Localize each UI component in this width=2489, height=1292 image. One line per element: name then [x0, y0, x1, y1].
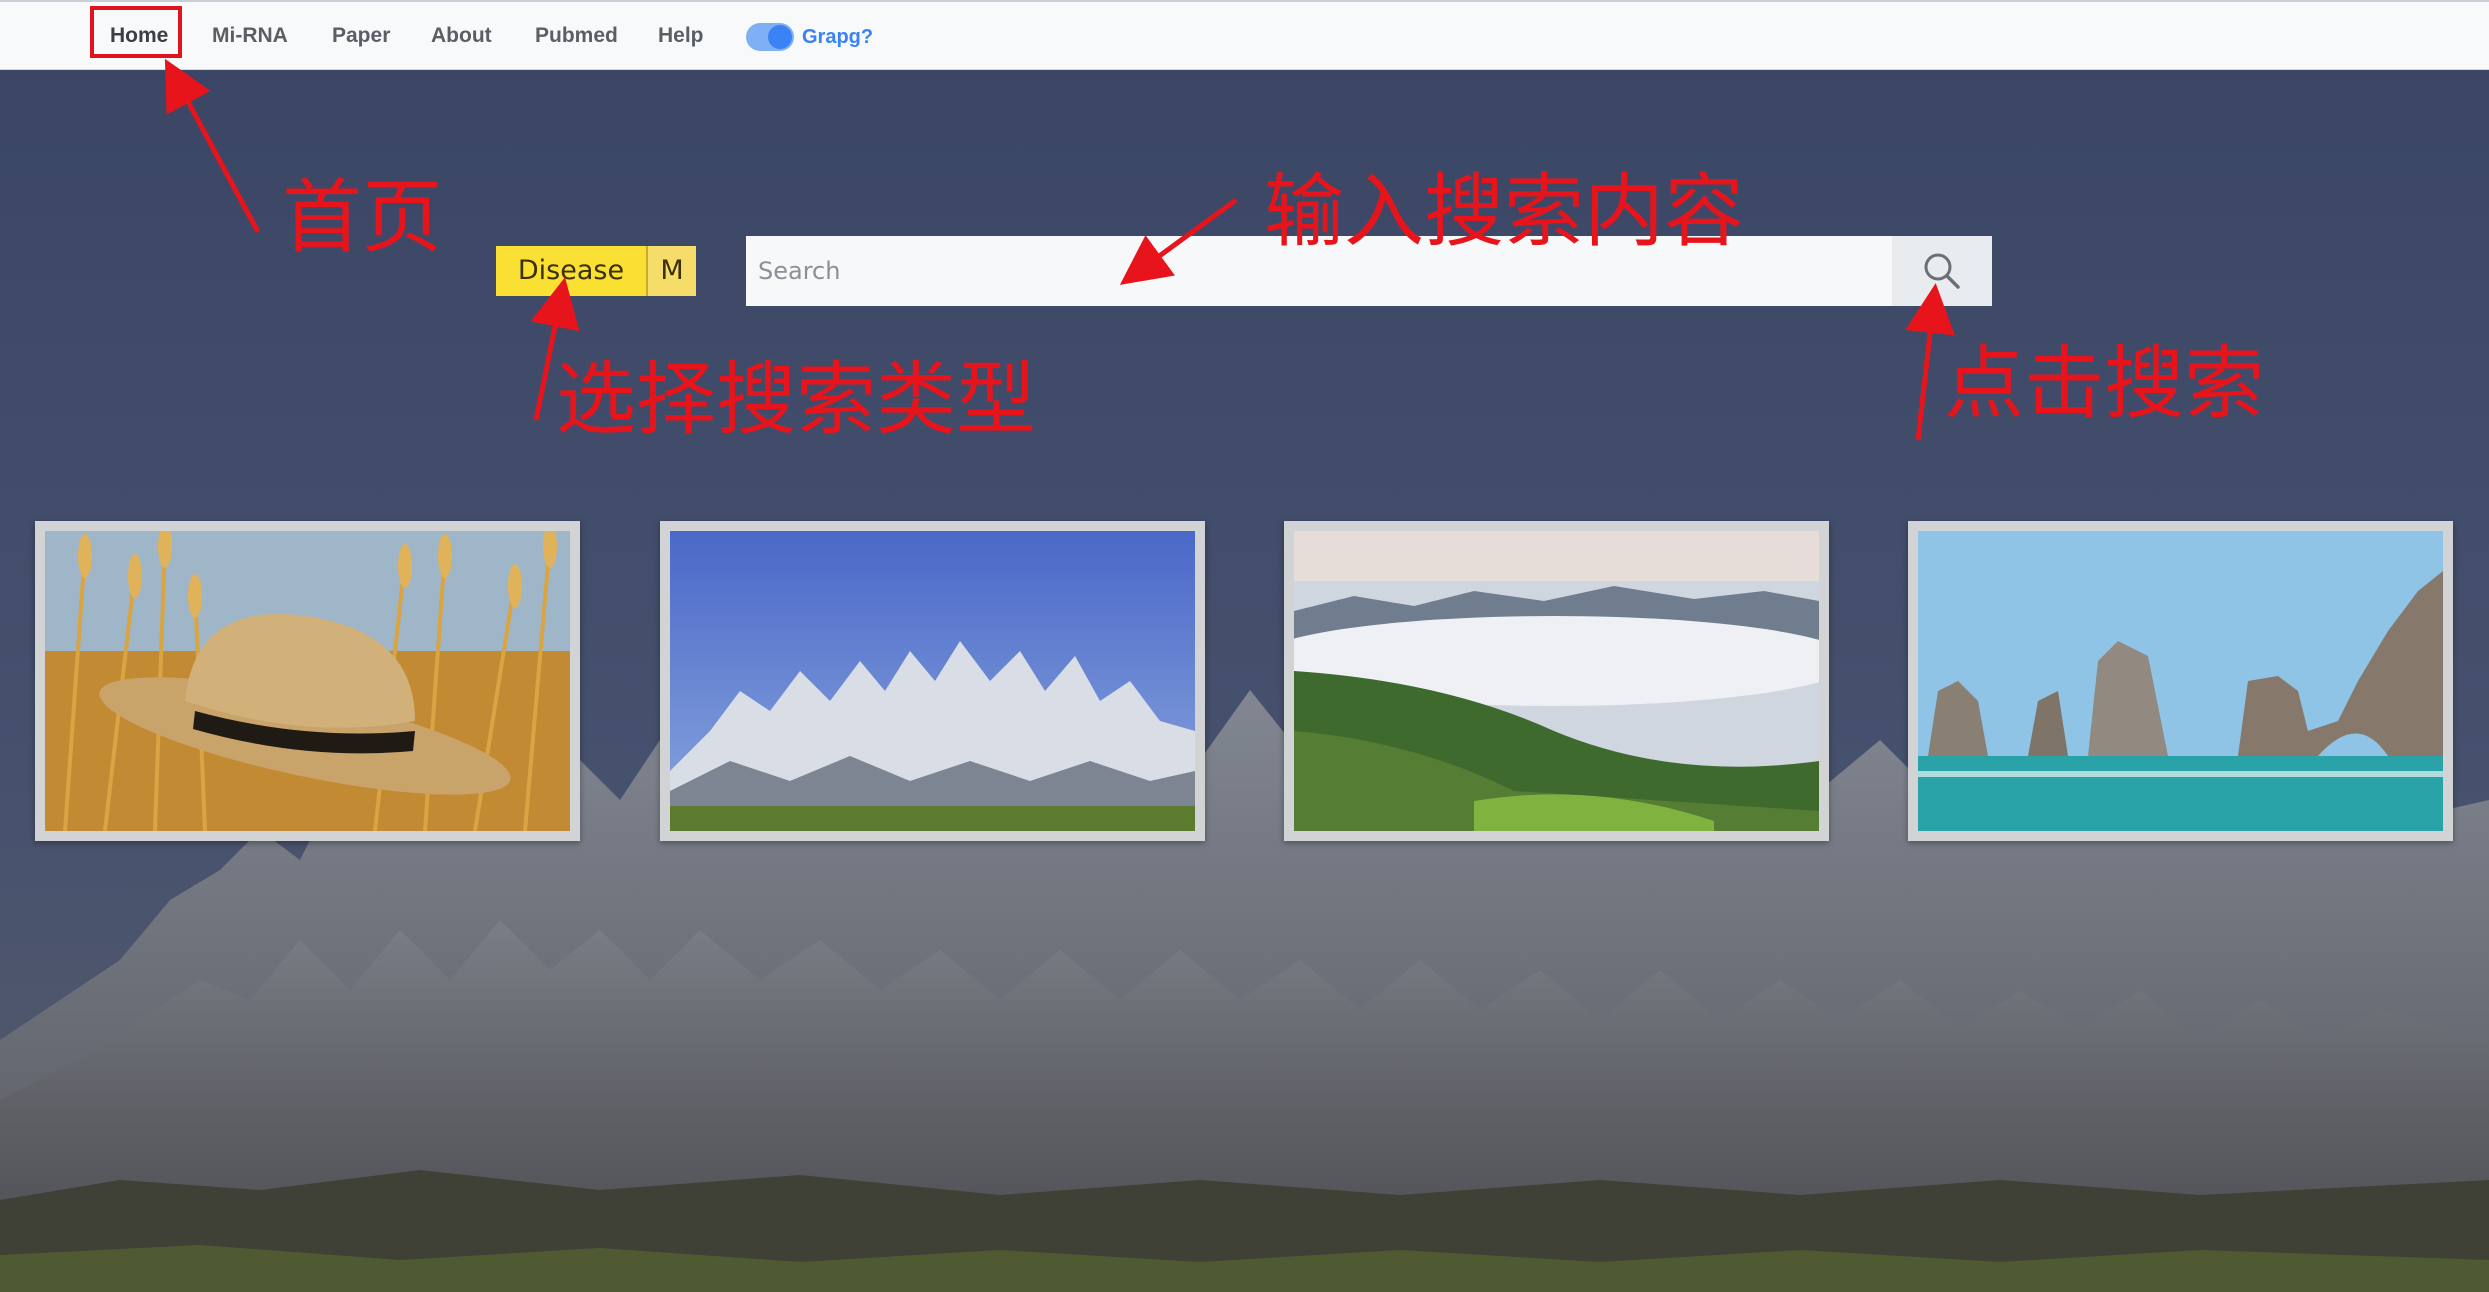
graph-toggle-label[interactable]: Grapg? — [802, 26, 873, 49]
gallery-card-hat[interactable] — [35, 521, 580, 841]
nav-pubmed[interactable]: Pubmed — [535, 24, 618, 48]
gallery-card-sea-arches[interactable] — [1908, 521, 2453, 841]
nav-help[interactable]: Help — [658, 24, 704, 48]
toggle-knob — [768, 25, 792, 49]
search-input[interactable] — [746, 236, 1892, 306]
top-navbar: Home Mi-RNA Paper About Pubmed Help Grap… — [0, 0, 2489, 70]
cloud-valley-image — [1294, 531, 1819, 831]
snowy-peaks-image — [670, 531, 1195, 831]
nav-home[interactable]: Home — [110, 24, 168, 48]
search-icon — [1924, 253, 1960, 289]
sea-arches-image — [1918, 531, 2443, 831]
nav-paper[interactable]: Paper — [332, 24, 390, 48]
hat-in-wheat-image — [45, 531, 570, 831]
search-button[interactable] — [1892, 236, 1992, 306]
gallery-card-cloud-valley[interactable] — [1284, 521, 1829, 841]
nav-mi-rna[interactable]: Mi-RNA — [212, 24, 288, 48]
search-type-m-button[interactable]: M — [646, 246, 696, 296]
nav-about[interactable]: About — [431, 24, 492, 48]
search-type-disease-button[interactable]: Disease — [496, 246, 646, 296]
gallery-card-snowy-peaks[interactable] — [660, 521, 1205, 841]
graph-toggle-switch[interactable] — [746, 23, 794, 51]
